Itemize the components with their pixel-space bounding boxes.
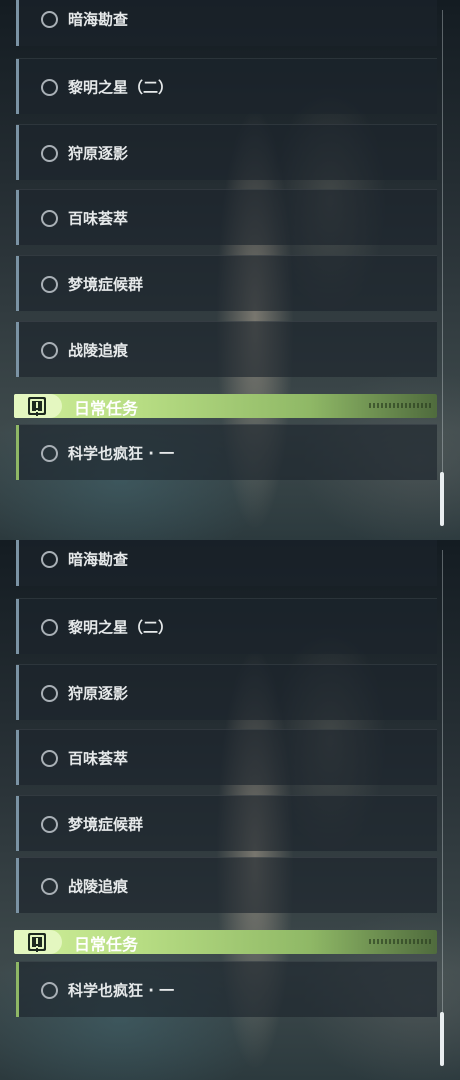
scrollbar-thumb[interactable] (440, 1012, 444, 1066)
quest-item-accent (16, 59, 19, 114)
quest-item[interactable]: 狩原逐影 (16, 124, 437, 180)
quest-item-label: 狩原逐影 (68, 684, 129, 702)
radio-circle-icon[interactable] (41, 684, 58, 702)
quest-item-label: 战陵追痕 (68, 341, 129, 359)
quest-item[interactable]: 梦境症候群 (16, 795, 437, 851)
quest-item-accent (16, 125, 19, 180)
quest-item[interactable]: 暗海勘查 (16, 540, 437, 586)
quest-item-label: 狩原逐影 (68, 144, 129, 162)
quest-list-panel-1: 暗海勘查 黎明之星（二） 狩原逐影 百味荟萃 梦境症候群 战陵追痕 日常任务 科… (0, 0, 460, 540)
radio-circle-icon[interactable] (41, 10, 58, 28)
quest-item-accent (16, 665, 19, 720)
quest-item[interactable]: 百味荟萃 (16, 729, 437, 785)
quest-item-accent (16, 858, 19, 913)
quest-item[interactable]: 暗海勘查 (16, 0, 437, 46)
quest-item-accent (16, 796, 19, 851)
quest-item-label: 暗海勘查 (68, 550, 129, 568)
quest-item[interactable]: 黎明之星（二） (16, 58, 437, 114)
quest-item-accent (16, 540, 19, 586)
alert-icon (28, 397, 46, 415)
alert-icon (28, 933, 46, 951)
scrollbar-track[interactable] (442, 550, 443, 1065)
quest-item-accent (16, 962, 19, 1017)
section-title: 日常任务 (74, 935, 139, 954)
quest-item-label: 科学也疯狂 · 一 (68, 981, 175, 999)
daily-quest-item[interactable]: 科学也疯狂 · 一 (16, 961, 437, 1017)
quest-item-label: 黎明之星（二） (68, 618, 174, 636)
radio-circle-icon[interactable] (41, 209, 58, 227)
alert-icon-dot (36, 946, 38, 948)
quest-item-label: 黎明之星（二） (68, 78, 174, 96)
section-title: 日常任务 (74, 399, 139, 418)
quest-item-accent (16, 190, 19, 245)
quest-item-accent (16, 425, 19, 480)
scrollbar-track[interactable] (442, 10, 443, 520)
radio-circle-icon[interactable] (41, 275, 58, 293)
quest-item[interactable]: 梦境症候群 (16, 255, 437, 311)
daily-quest-item[interactable]: 科学也疯狂 · 一 (16, 424, 437, 480)
quest-item-accent (16, 0, 19, 46)
quest-item-accent (16, 599, 19, 654)
quest-item[interactable]: 黎明之星（二） (16, 598, 437, 654)
quest-item-label: 百味荟萃 (68, 209, 129, 227)
daily-tasks-header[interactable]: 日常任务 (14, 930, 437, 954)
quest-item-label: 百味荟萃 (68, 749, 129, 767)
decorative-stripes (369, 939, 431, 944)
decorative-stripes (369, 403, 431, 408)
scrollbar-thumb[interactable] (440, 472, 444, 526)
quest-item-label: 梦境症候群 (68, 275, 144, 293)
radio-circle-icon[interactable] (41, 981, 58, 999)
quest-item[interactable]: 战陵追痕 (16, 321, 437, 377)
radio-circle-icon[interactable] (41, 550, 58, 568)
radio-circle-icon[interactable] (41, 618, 58, 636)
quest-item-accent (16, 730, 19, 785)
quest-item[interactable]: 百味荟萃 (16, 189, 437, 245)
quest-item[interactable]: 战陵追痕 (16, 857, 437, 913)
daily-tasks-header[interactable]: 日常任务 (14, 394, 437, 418)
radio-circle-icon[interactable] (41, 78, 58, 96)
quest-list-panel-2: 暗海勘查 黎明之星（二） 狩原逐影 百味荟萃 梦境症候群 战陵追痕 日常任务 科… (0, 540, 460, 1080)
radio-circle-icon[interactable] (41, 144, 58, 162)
radio-circle-icon[interactable] (41, 749, 58, 767)
quest-item-accent (16, 256, 19, 311)
quest-item[interactable]: 狩原逐影 (16, 664, 437, 720)
radio-circle-icon[interactable] (41, 341, 58, 359)
quest-item-label: 梦境症候群 (68, 815, 144, 833)
alert-icon-dot (36, 410, 38, 412)
radio-circle-icon[interactable] (41, 877, 58, 895)
quest-item-label: 战陵追痕 (68, 877, 129, 895)
radio-circle-icon[interactable] (41, 444, 58, 462)
radio-circle-icon[interactable] (41, 815, 58, 833)
quest-item-accent (16, 322, 19, 377)
quest-item-label: 科学也疯狂 · 一 (68, 444, 175, 462)
quest-item-label: 暗海勘查 (68, 10, 129, 28)
